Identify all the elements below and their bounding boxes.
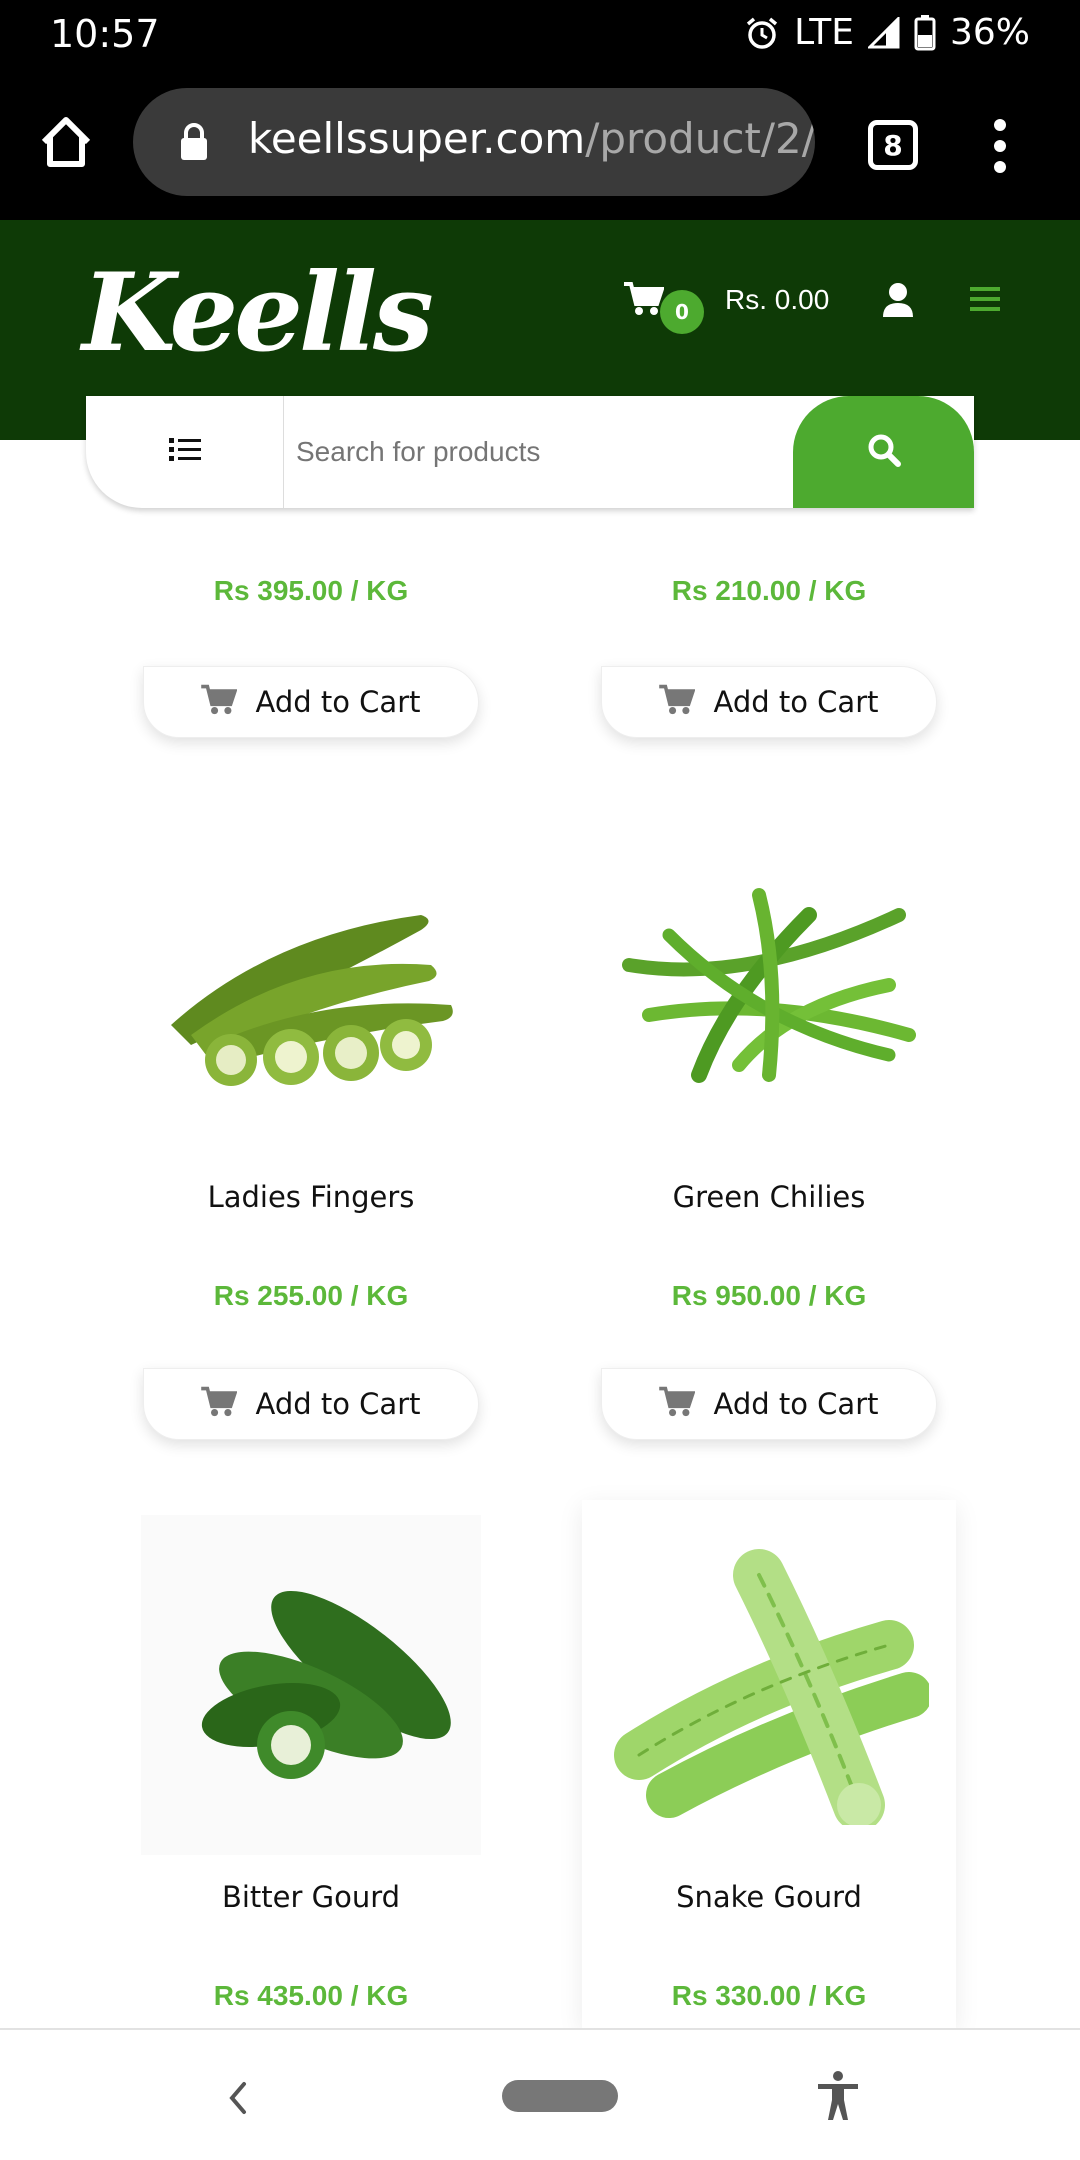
product-name[interactable]: Green Chilies — [599, 1180, 939, 1214]
status-bar: 10:57 LTE 36% — [0, 0, 1080, 70]
product-name[interactable]: Ladies Fingers — [141, 1180, 481, 1214]
add-to-cart-label: Add to Cart — [255, 1387, 421, 1421]
accessibility-icon[interactable] — [816, 2070, 860, 2126]
add-to-cart-button[interactable]: Add to Cart — [143, 666, 479, 738]
cart-icon — [659, 1385, 696, 1424]
product-price: Rs 255.00 / KG — [213, 1280, 409, 1311]
cart-button[interactable]: 0 — [624, 280, 704, 340]
cart-icon — [624, 282, 665, 320]
add-to-cart-label: Add to Cart — [713, 1387, 879, 1421]
user-icon[interactable] — [882, 282, 914, 322]
cart-icon — [201, 1385, 238, 1424]
product-card: Bitter Gourd Rs 435.00 / KG — [141, 1515, 481, 2025]
category-menu-button[interactable] — [86, 396, 284, 508]
cart-icon — [201, 683, 238, 722]
address-bar[interactable]: keellssuper.com/product/2/ — [133, 88, 815, 196]
url-path: /product/2/ — [585, 114, 815, 163]
product-name[interactable]: Snake Gourd — [582, 1880, 956, 1914]
product-card: Rs 210.00 / KG Add to Cart — [599, 480, 939, 740]
alarm-icon — [744, 15, 780, 51]
menu-dots-icon[interactable] — [990, 118, 1010, 174]
product-price: Rs 435.00 / KG — [213, 1980, 409, 2011]
product-image-bitter-gourd[interactable] — [141, 1515, 481, 1855]
product-card: Green Chilies Rs 950.00 / KG Add to Cart — [599, 815, 939, 1445]
product-card: Ladies Fingers Rs 255.00 / KG Add to Car… — [141, 815, 481, 1445]
tab-switcher-button[interactable]: 8 — [868, 120, 918, 170]
cart-icon — [659, 683, 696, 722]
product-image-snake-gourd[interactable] — [582, 1500, 956, 1870]
home-icon[interactable] — [36, 112, 96, 172]
add-to-cart-button[interactable]: Add to Cart — [601, 666, 937, 738]
back-icon[interactable] — [226, 2080, 250, 2120]
product-price: Rs 395.00 / KG — [213, 575, 409, 606]
product-card: Snake Gourd Rs 330.00 / KG — [582, 1500, 956, 2028]
hamburger-icon[interactable] — [970, 286, 1000, 316]
battery-icon — [914, 14, 936, 51]
network-type: LTE — [794, 12, 854, 53]
product-image-green-chilies[interactable] — [599, 815, 939, 1155]
battery-level: 36% — [949, 12, 1030, 53]
product-name[interactable]: Bitter Gourd — [141, 1880, 481, 1914]
product-card: Rs 395.00 / KG Add to Cart — [141, 480, 481, 740]
home-pill-button[interactable] — [502, 2080, 618, 2112]
add-to-cart-label: Add to Cart — [255, 685, 421, 719]
search-button[interactable] — [793, 396, 974, 508]
product-price: Rs 950.00 / KG — [671, 1280, 867, 1311]
product-image-ladies-fingers[interactable] — [141, 815, 481, 1155]
search-icon — [867, 433, 901, 471]
add-to-cart-button[interactable]: Add to Cart — [601, 1368, 937, 1440]
keells-logo[interactable]: Keells — [82, 250, 434, 376]
search-bar — [86, 396, 974, 508]
status-time: 10:57 — [50, 12, 160, 56]
cart-count-badge: 0 — [660, 290, 704, 334]
add-to-cart-label: Add to Cart — [713, 685, 879, 719]
product-price: Rs 330.00 / KG — [671, 1980, 867, 2011]
status-indicators: LTE 36% — [744, 12, 1030, 53]
cart-total[interactable]: Rs. 0.00 — [725, 284, 829, 316]
add-to-cart-button[interactable]: Add to Cart — [143, 1368, 479, 1440]
url-text: keellssuper.com/product/2/ — [248, 114, 815, 163]
url-domain: keellssuper.com — [248, 114, 586, 163]
browser-toolbar: keellssuper.com/product/2/ 8 — [0, 70, 1080, 220]
search-input[interactable] — [296, 424, 856, 480]
lock-icon — [179, 122, 209, 166]
product-price: Rs 210.00 / KG — [671, 575, 867, 606]
list-icon — [168, 437, 201, 467]
system-nav-bar — [0, 2028, 1080, 2160]
signal-icon — [867, 16, 900, 49]
